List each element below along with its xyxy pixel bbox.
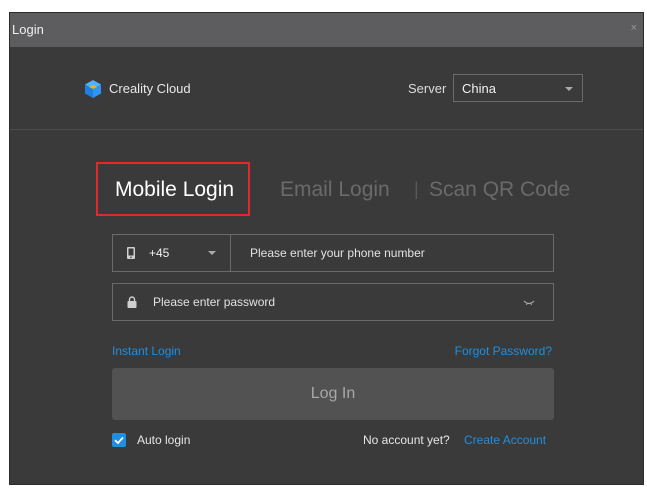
tab-separator: | (414, 179, 419, 199)
server-value: China (462, 81, 496, 96)
header-divider (10, 129, 643, 130)
tab-email-login[interactable]: Email Login (280, 178, 390, 202)
close-icon[interactable]: × (631, 22, 637, 34)
password-field[interactable]: Please enter password (112, 283, 554, 321)
check-icon (114, 436, 124, 445)
create-account-link[interactable]: Create Account (464, 433, 546, 447)
eye-closed-icon[interactable] (523, 300, 535, 306)
no-account-text: No account yet? (363, 433, 450, 447)
phone-input[interactable]: Please enter your phone number (250, 246, 425, 260)
title-bar[interactable]: Login × (10, 13, 643, 47)
country-code[interactable]: +45 (149, 246, 169, 260)
server-select[interactable]: China (453, 74, 583, 102)
login-dialog: Login × Creality Cloud Server China Mobi… (9, 12, 644, 485)
creality-cube-logo-icon (85, 80, 101, 98)
tab-scan-qr-code[interactable]: Scan QR Code (429, 178, 570, 202)
auto-login-checkbox[interactable] (112, 433, 126, 447)
phone-icon (127, 247, 135, 259)
chevron-down-icon (565, 87, 573, 91)
phone-field: +45 Please enter your phone number (112, 234, 554, 272)
country-code-chevron-down-icon[interactable] (208, 251, 216, 255)
brand-name: Creality Cloud (109, 81, 191, 96)
highlight-box (96, 162, 250, 216)
field-separator (230, 235, 231, 271)
server-label: Server (408, 81, 447, 96)
auto-login-label[interactable]: Auto login (137, 433, 190, 447)
password-input[interactable]: Please enter password (153, 295, 275, 309)
instant-login-link[interactable]: Instant Login (112, 344, 181, 358)
window-title: Login (12, 22, 44, 37)
lock-icon (127, 296, 137, 308)
forgot-password-link[interactable]: Forgot Password? (455, 344, 552, 358)
log-in-button[interactable]: Log In (112, 368, 554, 420)
